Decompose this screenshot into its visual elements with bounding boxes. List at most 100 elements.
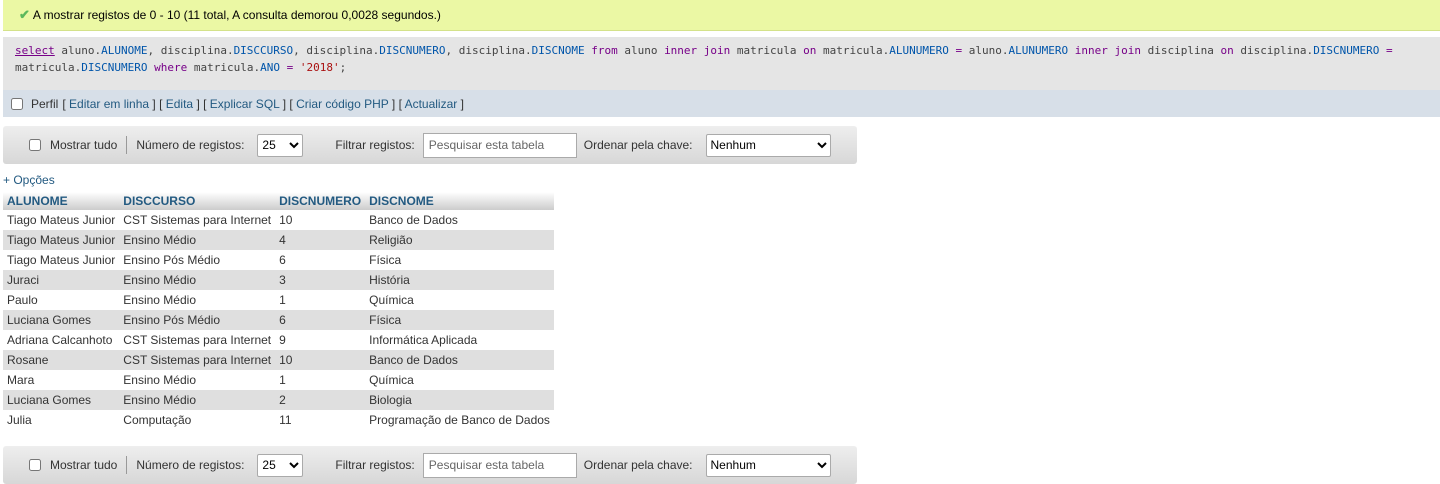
- bracket: [: [395, 96, 405, 111]
- sql-link-explicar-sql[interactable]: Explicar SQL: [210, 97, 280, 111]
- sql-token: DISCNOME: [531, 44, 585, 57]
- success-message: ✔ A mostrar registos de 0 - 10 (11 total…: [3, 0, 1440, 31]
- sql-token[interactable]: select: [15, 44, 55, 57]
- table-cell-alunome: Tiago Mateus Junior: [3, 250, 120, 270]
- sql-token: on: [1220, 44, 1234, 57]
- table-cell-discnome: Biologia: [365, 390, 554, 410]
- sql-token: matricula.: [816, 44, 890, 57]
- sql-token: matricula: [730, 44, 804, 57]
- column-header-alunome[interactable]: ALUNOME: [3, 192, 120, 210]
- sql-query-box: select aluno.ALUNOME, disciplina.DISCCUR…: [3, 37, 1440, 90]
- bracket: ]: [457, 96, 464, 111]
- order-key-select-bottom[interactable]: Nenhum: [705, 453, 831, 477]
- sql-token: =: [279, 61, 300, 74]
- table-row: Mara Ensino Médio 1 Química: [3, 370, 554, 390]
- table-row: Paulo Ensino Médio 1 Química: [3, 290, 554, 310]
- table-cell-discnumero: 1: [275, 290, 366, 310]
- order-label: Ordenar pela chave:: [583, 458, 693, 472]
- column-header-discnome[interactable]: DISCNOME: [365, 192, 554, 210]
- sql-token: '2018': [299, 61, 340, 74]
- options-link[interactable]: + Opções: [3, 173, 55, 187]
- table-cell-disccurso: Ensino Médio: [119, 370, 276, 390]
- table-cell-discnome: História: [365, 270, 554, 290]
- table-cell-disccurso: Ensino Médio: [119, 270, 276, 290]
- bracket: [: [286, 96, 297, 111]
- sql-token: disciplina.: [1233, 44, 1314, 57]
- table-header-row: ALUNOME DISCCURSO DISCNUMERO DISCNOME: [3, 192, 554, 210]
- sql-token: DISCCURSO: [233, 44, 294, 57]
- sql-token: DISCNUMERO: [1313, 44, 1380, 57]
- table-cell-alunome: Julia: [3, 410, 120, 430]
- table-cell-discnome: Informática Aplicada: [365, 330, 554, 350]
- table-cell-alunome: Paulo: [3, 290, 120, 310]
- table-cell-disccurso: Ensino Médio: [119, 230, 276, 250]
- table-cell-disccurso: Ensino Pós Médio: [119, 310, 276, 330]
- table-row: Julia Computação 11 Programação de Banco de…: [3, 410, 554, 430]
- table-cell-disccurso: Ensino Médio: [119, 290, 276, 310]
- bracket: [: [199, 96, 210, 111]
- num-records-label: Número de registos:: [136, 458, 245, 472]
- column-header-discnumero[interactable]: DISCNUMERO: [275, 192, 366, 210]
- sql-token: inner join: [1074, 44, 1141, 57]
- sql-token: DISCNUMERO: [379, 44, 446, 57]
- sql-link-edita[interactable]: Edita: [166, 97, 193, 111]
- table-cell-discnome: Química: [365, 290, 554, 310]
- table-cell-alunome: Adriana Calcanhoto: [3, 330, 120, 350]
- bottom-navigation-bar: Mostrar tudo Número de registos: 25 Filt…: [3, 446, 857, 484]
- bracket: ]: [193, 96, 200, 111]
- sql-token: ALUNOME: [101, 44, 148, 57]
- success-message-text: A mostrar registos de 0 - 10 (11 total, …: [32, 8, 441, 22]
- sql-token: ;: [339, 61, 347, 74]
- order-label: Ordenar pela chave:: [583, 138, 693, 152]
- column-header-disccurso[interactable]: DISCCURSO: [119, 192, 276, 210]
- num-records-select[interactable]: 25: [257, 133, 304, 157]
- filter-search-input[interactable]: [422, 132, 577, 158]
- table-cell-discnumero: 1: [275, 370, 366, 390]
- table-body: Tiago Mateus Junior CST Sistemas para Int…: [3, 210, 554, 430]
- sql-token: ALUNUMERO: [1008, 44, 1069, 57]
- divider: [126, 456, 128, 474]
- sql-actions-bar: Perfil [ Editar em linha ] [ Edita ] [ E…: [3, 90, 1440, 117]
- num-records-select-bottom[interactable]: 25: [257, 453, 304, 477]
- table-row: Adriana Calcanhoto CST Sistemas para Inte…: [3, 330, 554, 350]
- sql-token: aluno.: [54, 44, 102, 57]
- check-icon: ✔: [19, 7, 30, 22]
- table-cell-discnome: Química: [365, 370, 554, 390]
- table-cell-discnumero: 10: [275, 350, 366, 370]
- results-table: ALUNOME DISCCURSO DISCNUMERO DISCNOME Tiago…: [3, 192, 554, 430]
- table-cell-alunome: Tiago Mateus Junior: [3, 210, 120, 230]
- table-cell-alunome: Juraci: [3, 270, 120, 290]
- sql-link-actualizar[interactable]: Actualizar: [405, 97, 458, 111]
- divider: [126, 136, 128, 154]
- profile-label: Perfil: [31, 96, 59, 111]
- table-cell-discnome: Religião: [365, 230, 554, 250]
- show-all-label: Mostrar tudo: [50, 138, 118, 152]
- profile-checkbox[interactable]: [11, 97, 23, 110]
- table-cell-discnumero: 10: [275, 210, 366, 230]
- sql-token: , disciplina.: [445, 44, 532, 57]
- sql-token: inner join: [664, 44, 731, 57]
- sql-token: where: [154, 61, 188, 74]
- show-all-checkbox[interactable]: [29, 139, 41, 151]
- table-cell-discnome: Programação de Banco de Dados: [365, 410, 554, 430]
- bracket: [: [62, 96, 70, 111]
- sql-token: matricula.: [187, 61, 261, 74]
- table-row: Tiago Mateus Junior CST Sistemas para Int…: [3, 210, 554, 230]
- filter-search-input-bottom[interactable]: [422, 452, 577, 478]
- sql-token: from: [591, 44, 618, 57]
- show-all-checkbox-bottom[interactable]: [29, 459, 41, 471]
- order-key-select[interactable]: Nenhum: [705, 133, 831, 157]
- sql-link-criar-c-digo-php[interactable]: Criar código PHP: [296, 97, 388, 111]
- table-row: Luciana Gomes Ensino Médio 2 Biologia: [3, 390, 554, 410]
- sql-token: DISCNUMERO: [81, 61, 148, 74]
- sql-links-list: [ Editar em linha ] [ Edita ] [ Explicar…: [62, 97, 464, 111]
- sql-token: disciplina: [1140, 44, 1221, 57]
- sql-link-editar-em-linha[interactable]: Editar em linha: [69, 97, 149, 111]
- sql-token: aluno.: [968, 44, 1009, 57]
- table-cell-disccurso: CST Sistemas para Internet: [119, 330, 276, 350]
- table-row: Luciana Gomes Ensino Pós Médio 6 Física: [3, 310, 554, 330]
- table-row: Juraci Ensino Médio 3 História: [3, 270, 554, 290]
- sql-token: =: [948, 44, 969, 57]
- num-records-label: Número de registos:: [136, 138, 245, 152]
